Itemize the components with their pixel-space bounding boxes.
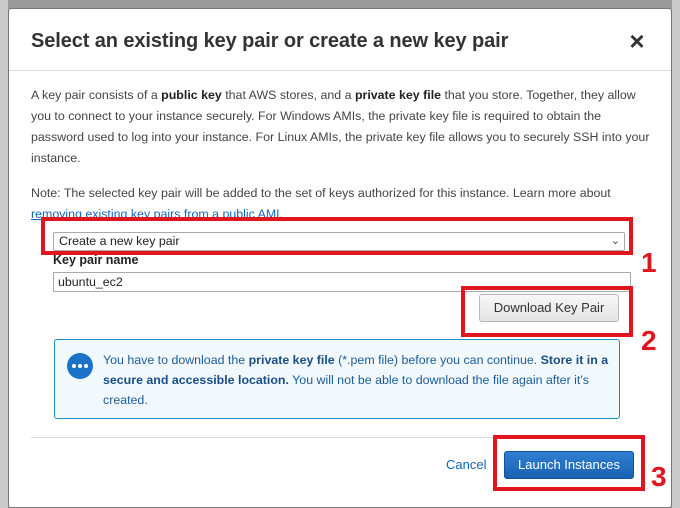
info-text-2: (*.pem file) before you can continue. xyxy=(334,353,541,367)
intro-bold-public-key: public key xyxy=(161,88,222,102)
intro-text-1: A key pair consists of a xyxy=(31,88,162,102)
backdrop-left xyxy=(0,0,8,508)
annotation-box-3 xyxy=(493,435,645,491)
info-bold-private-key: private key file xyxy=(248,353,335,367)
cancel-button[interactable]: Cancel xyxy=(446,457,486,472)
dialog-header: Select an existing key pair or create a … xyxy=(9,9,671,71)
info-alert: You have to download the private key fil… xyxy=(54,339,620,419)
intro-text-2: that AWS stores, and a xyxy=(221,88,355,102)
annotation-number-1: 1 xyxy=(641,247,657,278)
annotation-number-3: 3 xyxy=(651,461,667,492)
intro-bold-private-key: private key file xyxy=(354,88,442,102)
chat-bubble-icon xyxy=(67,353,93,379)
annotation-number-2: 2 xyxy=(641,325,657,356)
note-text: Note: The selected key pair will be adde… xyxy=(31,186,611,200)
dialog-title: Select an existing key pair or create a … xyxy=(31,30,509,52)
close-icon: × xyxy=(629,26,645,56)
annotation-box-1 xyxy=(41,217,633,255)
close-button[interactable]: × xyxy=(625,26,649,56)
intro-paragraph: A key pair consists of a public key that… xyxy=(31,85,651,169)
key-pair-dialog: Select an existing key pair or create a … xyxy=(8,8,672,508)
annotation-box-2 xyxy=(461,286,633,337)
info-text-1: You have to download the xyxy=(103,353,249,367)
key-pair-name-label: Key pair name xyxy=(53,253,139,267)
info-text: You have to download the private key fil… xyxy=(103,350,615,410)
backdrop-right xyxy=(672,0,680,508)
